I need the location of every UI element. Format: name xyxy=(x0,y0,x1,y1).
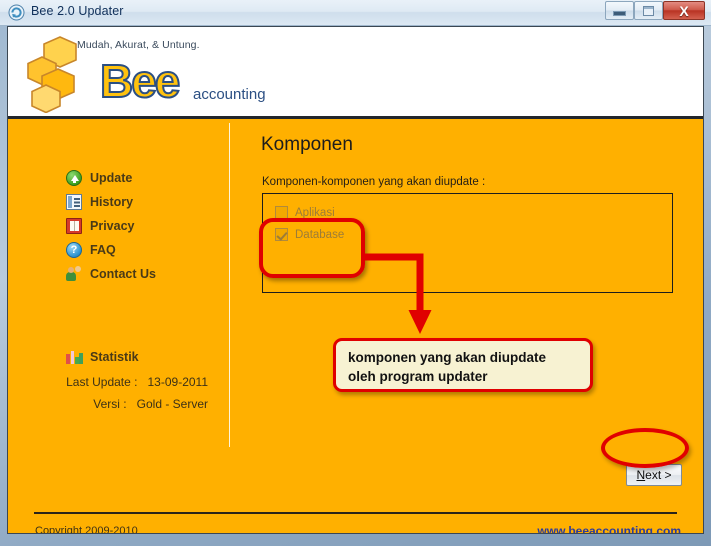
window-title: Bee 2.0 Updater xyxy=(31,4,124,18)
sidebar-item-label: Privacy xyxy=(90,219,135,233)
client-area: Mudah, Akurat, & Untung. Bee accounting … xyxy=(7,26,704,534)
sidebar-item-label: Contact Us xyxy=(90,267,156,281)
sidebar-content-divider xyxy=(229,123,230,447)
last-update-value: 13-09-2011 xyxy=(147,375,209,389)
sidebar-item-label: FAQ xyxy=(90,243,116,257)
aplikasi-checkbox[interactable] xyxy=(275,206,288,219)
component-list-panel: Aplikasi Database xyxy=(262,193,673,293)
copyright-text: Copyright 2009-2010 xyxy=(35,525,138,534)
body-area: Update History Privacy ? FAQ Contact Us xyxy=(8,119,703,533)
checkbox-row-database[interactable]: Database xyxy=(275,228,344,241)
versi-value: Gold - Server xyxy=(136,397,208,411)
sidebar-item-label: Update xyxy=(90,171,133,185)
next-button[interactable]: Next > xyxy=(626,464,682,486)
annotation-callout-box: komponen yang akan diupdate oleh program… xyxy=(333,338,593,392)
website-link[interactable]: www.beeaccounting.com xyxy=(537,524,681,533)
sidebar-nav: Update History Privacy ? FAQ Contact Us xyxy=(8,119,229,479)
contact-person-icon xyxy=(66,266,82,282)
sidebar-item-label: History xyxy=(90,195,134,209)
svg-text:Bee: Bee xyxy=(100,59,180,105)
page-title: Komponen xyxy=(261,134,353,155)
database-label: Database xyxy=(295,228,345,241)
aplikasi-label: Aplikasi xyxy=(295,206,335,219)
update-circle-icon xyxy=(8,4,25,21)
versi-row: Versi : Gold - Server xyxy=(8,397,208,411)
versi-label: Versi : xyxy=(93,397,127,411)
database-checkbox[interactable] xyxy=(275,228,288,241)
last-update-row: Last Update : 13-09-2011 xyxy=(8,375,208,389)
content-pane: Komponen Komponen-komponen yang akan diu… xyxy=(254,119,694,489)
privacy-book-icon xyxy=(66,218,82,234)
sidebar-item-faq[interactable]: ? FAQ xyxy=(66,239,116,261)
update-icon xyxy=(66,170,82,186)
callout-line-2: oleh program updater xyxy=(348,369,488,384)
next-button-mnemonic: N xyxy=(636,468,646,482)
last-update-label: Last Update : xyxy=(66,375,138,389)
callout-line-1: komponen yang akan diupdate xyxy=(348,350,547,365)
next-button-label: ext > xyxy=(645,468,672,482)
brand-tagline: Mudah, Akurat, & Untung. xyxy=(77,39,200,51)
content-description: Komponen-komponen yang akan diupdate : xyxy=(262,176,486,188)
history-icon xyxy=(66,194,82,210)
checkbox-row-aplikasi[interactable]: Aplikasi xyxy=(275,206,335,219)
footer-divider xyxy=(34,512,677,514)
minimize-button[interactable] xyxy=(605,1,634,20)
statistik-heading: Statistik xyxy=(66,350,139,364)
sidebar-item-contact-us[interactable]: Contact Us xyxy=(66,263,156,285)
sidebar-item-privacy[interactable]: Privacy xyxy=(66,215,134,237)
minimize-icon xyxy=(606,2,633,19)
maximize-button[interactable] xyxy=(634,1,663,20)
statistik-label: Statistik xyxy=(90,350,139,364)
faq-question-icon: ? xyxy=(66,242,82,258)
application-window: Bee 2.0 Updater X Mudah, Akurat, & Untun… xyxy=(0,0,711,540)
close-button[interactable]: X xyxy=(663,1,705,20)
bar-chart-icon xyxy=(66,350,83,364)
sidebar-item-update[interactable]: Update xyxy=(66,167,132,189)
sidebar-item-history[interactable]: History xyxy=(66,191,133,213)
title-bar: Bee 2.0 Updater X xyxy=(0,0,711,26)
maximize-icon xyxy=(635,2,662,19)
close-icon: X xyxy=(679,2,689,19)
brand-header: Mudah, Akurat, & Untung. Bee accounting xyxy=(8,27,703,116)
brand-subword: accounting xyxy=(193,86,266,103)
